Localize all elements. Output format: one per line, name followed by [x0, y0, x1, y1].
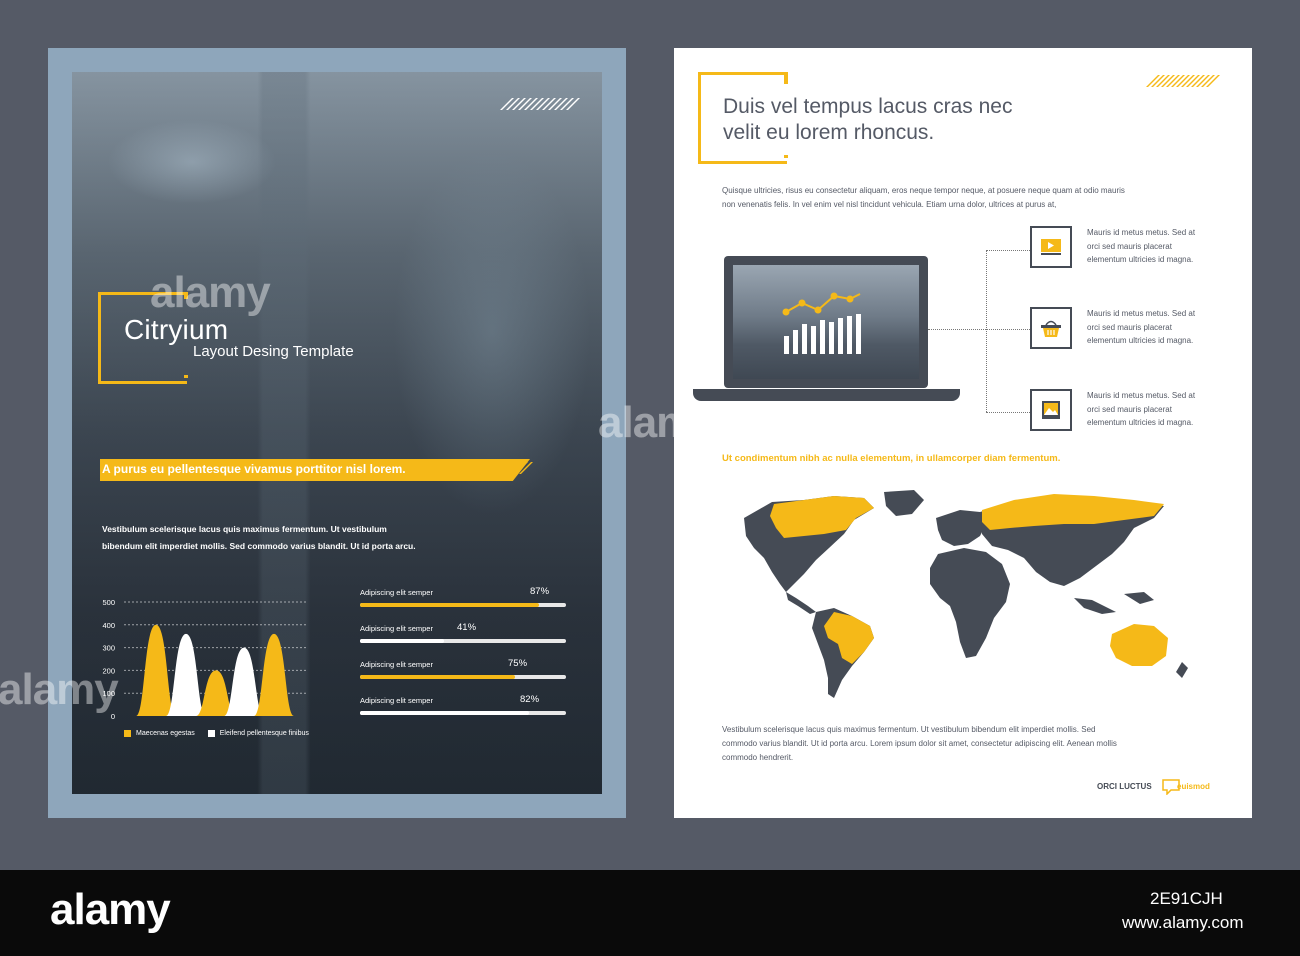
intro-line: Quisque ultricies, risus eu consectetur …: [722, 186, 1125, 195]
bar-label: Adipiscing elit semper: [360, 588, 433, 597]
feature-line: elementum ultricies id magna.: [1087, 255, 1194, 264]
feature-line: orci sed mauris placerat: [1087, 241, 1172, 251]
bar-fill: [360, 639, 445, 643]
left-paragraph: Vestibulum scelerisque lacus quis maximu…: [102, 521, 462, 555]
area-peak-white: [166, 633, 206, 716]
feature-text: Mauris id metus metus. Sed at orci sed m…: [1087, 307, 1222, 348]
right-page: Duis vel tempus lacus cras nec velit eu …: [674, 48, 1252, 818]
heading-line: Duis vel tempus lacus cras nec: [723, 95, 1013, 118]
feature-line: orci sed mauris placerat: [1087, 404, 1172, 414]
watermark-text: alamy: [150, 268, 271, 317]
bar-track: [360, 603, 566, 607]
progress-bars: Adipiscing elit semper 87% Adipiscing elit…: [360, 586, 570, 726]
video-icon: [1041, 239, 1061, 255]
decor-stripes: [1146, 75, 1220, 87]
bottom-band: [0, 870, 1300, 956]
basket-icon: [1041, 320, 1061, 337]
feature-box: [1030, 389, 1072, 431]
map-europe: [936, 510, 986, 546]
watermark-text: alamy: [0, 665, 119, 714]
watermark-url: www.alamy.com: [1122, 913, 1244, 932]
bar-value-label: 82%: [520, 694, 540, 705]
laptop-base: [693, 389, 960, 401]
heading-frame-corner: [784, 72, 788, 84]
brand-title: Citryium: [124, 314, 229, 345]
heading-line: velit eu lorem rhoncus.: [723, 121, 935, 144]
feature-line: elementum ultricies id magna.: [1087, 336, 1194, 345]
bar-track: [360, 639, 566, 643]
paragraph-line: bibendum elit imperdiet mollis. Sed comm…: [102, 541, 416, 551]
bar-label: Adipiscing elit semper: [360, 624, 433, 633]
feature-text: Mauris id metus metus. Sed at orci sed m…: [1087, 389, 1222, 430]
feature-box: [1030, 307, 1072, 349]
connector-line: [928, 329, 986, 330]
legend-label: Eleifend pellentesque finibus: [219, 730, 309, 737]
map-australia: [1110, 624, 1168, 666]
feature-line: Mauris id metus metus. Sed at: [1087, 391, 1196, 400]
paragraph-line: Vestibulum scelerisque lacus quis maximu…: [102, 524, 387, 534]
map-body-text: Vestibulum scelerisque lacus quis maximu…: [722, 723, 1182, 765]
map-central-america: [786, 592, 816, 614]
world-map: [744, 490, 1188, 698]
connector-line: [986, 250, 1030, 251]
bar-value-label: 87%: [530, 586, 550, 597]
laptop-chart-icon: [782, 292, 861, 354]
bar-value-label: 75%: [508, 658, 528, 669]
connector-line: [986, 412, 1030, 413]
bar-track: [360, 711, 566, 715]
left-page: Citryium Layout Desing Template A purus …: [48, 48, 626, 818]
map-new-zealand: [1176, 662, 1188, 678]
decor-stripes: [500, 98, 580, 110]
intro-line: non venenatis felis. In vel enim vel nis…: [722, 200, 1057, 209]
area-peak-white: [224, 647, 264, 716]
legend-label: Maecenas egestas: [136, 730, 195, 737]
feature-line: Mauris id metus metus. Sed at: [1087, 228, 1196, 237]
heading-frame-corner: [784, 155, 788, 158]
bar-track: [360, 675, 566, 679]
banner-text: A purus eu pellentesque vivamus porttito…: [102, 462, 406, 476]
bar-label: Adipiscing elit semper: [360, 660, 433, 669]
brand-subtitle: Layout Desing Template: [193, 343, 354, 360]
bar-value-label: 41%: [457, 622, 477, 633]
bar-fill: [360, 711, 529, 715]
map-islands: [1124, 592, 1154, 604]
intro-paragraph: Quisque ultricies, risus eu consectetur …: [722, 184, 1232, 212]
page-heading: Duis vel tempus lacus cras nec velit eu …: [723, 94, 1143, 146]
y-tick-label: 400: [102, 621, 115, 630]
feature-box: [1030, 226, 1072, 268]
footer-label: ORCI LUCTUS: [1097, 782, 1152, 791]
body-line: Vestibulum scelerisque lacus quis maximu…: [722, 725, 1096, 734]
map-islands: [1074, 598, 1116, 614]
connector-line: [986, 329, 1030, 330]
bar-fill: [360, 603, 540, 607]
legend-swatch-white: [207, 730, 215, 737]
body-line: commodo varius blandit. Ut id porta arcu…: [722, 739, 1117, 748]
area-peak-yellow: [254, 633, 294, 716]
y-tick-label: 500: [102, 598, 115, 607]
feature-text: Mauris id metus metus. Sed at orci sed m…: [1087, 226, 1222, 267]
bar-fill: [360, 675, 515, 679]
title-frame-corner: [184, 375, 188, 378]
area-chart-legend: Maecenas egestas Eleifend pellentesque f…: [124, 730, 309, 737]
watermark-logo: alamy: [50, 885, 171, 934]
image-icon: [1042, 401, 1060, 419]
legend-swatch-yellow: [124, 730, 131, 737]
connector-line: [986, 250, 987, 412]
feature-line: elementum ultricies id magna.: [1087, 418, 1194, 427]
image-id: 2E91CJH: [1150, 889, 1223, 908]
body-line: commodo hendrerit.: [722, 753, 794, 762]
map-greenland: [884, 490, 924, 516]
feature-line: Mauris id metus metus. Sed at: [1087, 309, 1196, 318]
map-africa: [930, 548, 1010, 658]
watermark-text: alamy: [598, 398, 719, 447]
feature-line: orci sed mauris placerat: [1087, 322, 1172, 332]
bar-label: Adipiscing elit semper: [360, 696, 433, 705]
footer-link: euismod: [1177, 782, 1210, 791]
map-heading: Ut condimentum nibh ac nulla elementum, …: [722, 453, 1061, 464]
y-tick-label: 300: [102, 644, 115, 653]
banner-stripes: [494, 462, 533, 474]
